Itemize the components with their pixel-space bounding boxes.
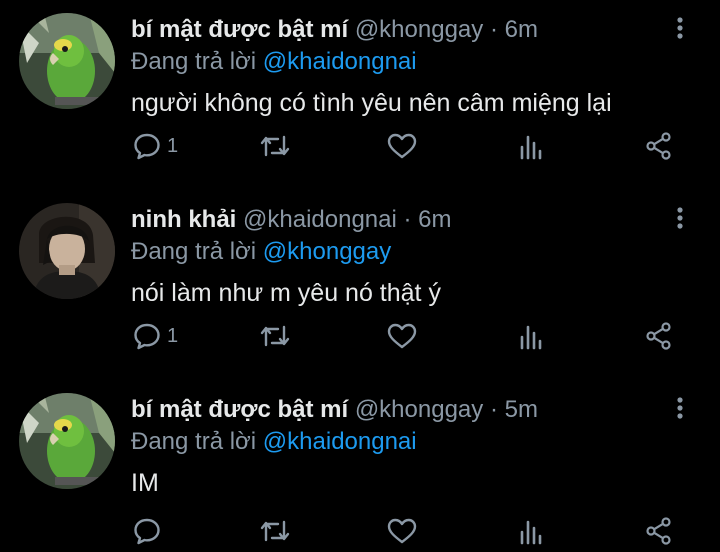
tweet-actions: 1 (0, 126, 720, 166)
analytics-button[interactable] (516, 126, 546, 166)
share-button[interactable] (644, 511, 674, 551)
retweet-button[interactable] (258, 511, 292, 551)
reply-icon (134, 133, 160, 160)
user-handle[interactable]: @khonggay (355, 396, 483, 423)
more-options-icon[interactable] (666, 394, 694, 422)
user-handle[interactable]: @khaidongnai (243, 206, 397, 233)
retweet-icon (260, 520, 290, 542)
tweet[interactable]: ninh khải @khaidongnai · 6m Đang trả lời… (0, 190, 720, 380)
retweet-button[interactable] (258, 126, 292, 166)
reply-count: 1 (167, 324, 179, 347)
like-button[interactable] (386, 316, 418, 356)
tweet-text: nói làm như m yêu nó thật ý (131, 279, 441, 307)
like-button[interactable] (386, 126, 418, 166)
avatar[interactable] (19, 13, 115, 109)
parrot-avatar-icon (19, 13, 115, 109)
share-icon (646, 517, 671, 545)
mention-link[interactable]: @khonggay (263, 238, 391, 265)
reply-button[interactable]: 1 (132, 126, 178, 166)
separator: · (403, 206, 412, 233)
timestamp[interactable]: 6m (505, 16, 538, 43)
timestamp[interactable]: 6m (418, 206, 451, 233)
tweet-header: bí mật được bật mí @khonggay · 5m (131, 396, 538, 424)
analytics-button[interactable] (516, 511, 546, 551)
more-options-icon[interactable] (666, 14, 694, 42)
tweet-header: ninh khải @khaidongnai · 6m (131, 206, 452, 234)
replying-label: Đang trả lời (131, 48, 257, 75)
reply-button[interactable] (132, 511, 167, 551)
tweet-text: người không có tình yêu nên câm miệng lạ… (131, 89, 612, 117)
person-avatar-icon (19, 203, 115, 299)
display-name[interactable]: bí mật được bật mí (131, 396, 348, 423)
more-options-icon[interactable] (666, 204, 694, 232)
heart-icon (387, 518, 417, 544)
reply-icon (134, 323, 160, 350)
retweet-button[interactable] (258, 316, 292, 356)
tweet-actions: 1 (0, 316, 720, 356)
replying-label: Đang trả lời (131, 428, 257, 455)
heart-icon (387, 133, 417, 159)
analytics-icon (520, 520, 542, 545)
replying-to: Đang trả lời @khonggay (131, 238, 391, 266)
display-name[interactable]: ninh khải (131, 206, 236, 233)
timestamp[interactable]: 5m (505, 396, 538, 423)
analytics-icon (520, 325, 542, 350)
analytics-button[interactable] (516, 316, 546, 356)
parrot-avatar-icon (19, 393, 115, 489)
tweet-header: bí mật được bật mí @khonggay · 6m (131, 16, 538, 44)
retweet-icon (260, 135, 290, 157)
separator: · (489, 16, 498, 43)
reply-count: 1 (167, 134, 179, 157)
share-button[interactable] (644, 316, 674, 356)
share-button[interactable] (644, 126, 674, 166)
user-handle[interactable]: @khonggay (355, 16, 483, 43)
mention-link[interactable]: @khaidongnai (263, 428, 417, 455)
analytics-icon (520, 135, 542, 160)
replying-to: Đang trả lời @khaidongnai (131, 428, 417, 456)
reply-icon (134, 518, 160, 545)
share-icon (646, 322, 671, 350)
reply-button[interactable]: 1 (132, 316, 178, 356)
like-button[interactable] (386, 511, 418, 551)
replying-to: Đang trả lời @khaidongnai (131, 48, 417, 76)
avatar[interactable] (19, 203, 115, 299)
heart-icon (387, 323, 417, 349)
share-icon (646, 132, 671, 160)
tweet-actions (0, 511, 720, 551)
avatar[interactable] (19, 393, 115, 489)
tweet[interactable]: bí mật được bật mí @khonggay · 5m Đang t… (0, 380, 720, 552)
tweet[interactable]: bí mật được bật mí @khonggay · 6m Đang t… (0, 0, 720, 190)
display-name[interactable]: bí mật được bật mí (131, 16, 348, 43)
tweet-text: IM (131, 469, 159, 497)
retweet-icon (260, 325, 290, 347)
replying-label: Đang trả lời (131, 238, 257, 265)
separator: · (489, 396, 498, 423)
mention-link[interactable]: @khaidongnai (263, 48, 417, 75)
